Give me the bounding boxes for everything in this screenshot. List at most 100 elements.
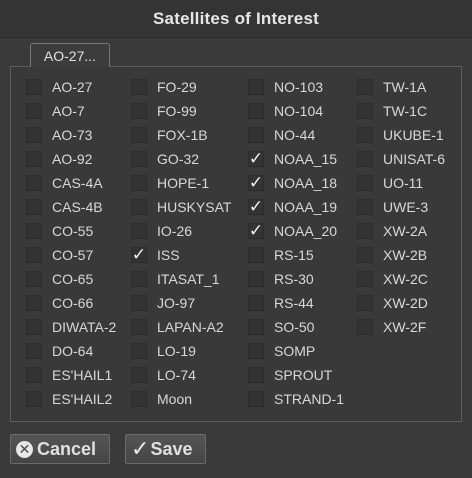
satellite-option[interactable]: XW-2D xyxy=(357,293,428,313)
satellite-option[interactable]: FO-29 xyxy=(131,77,197,97)
satellite-option[interactable]: GO-32 xyxy=(131,149,199,169)
satellite-option[interactable]: ITASAT_1 xyxy=(131,269,220,289)
satellite-option[interactable]: CO-55 xyxy=(26,221,93,241)
satellite-option[interactable]: ES'HAIL2 xyxy=(26,389,112,409)
checkbox[interactable] xyxy=(131,199,147,215)
satellite-option[interactable]: UKUBE-1 xyxy=(357,125,444,145)
satellite-option[interactable]: ✓ ISS xyxy=(131,245,180,265)
checkbox[interactable] xyxy=(26,319,42,335)
checkbox[interactable]: ✓ xyxy=(248,150,264,167)
checkbox[interactable] xyxy=(26,223,42,239)
satellite-option[interactable]: UO-11 xyxy=(357,173,423,193)
checkbox[interactable] xyxy=(357,175,373,191)
checkbox[interactable] xyxy=(26,103,42,119)
checkbox[interactable] xyxy=(131,367,147,383)
checkbox[interactable] xyxy=(248,79,264,95)
satellite-option[interactable]: SPROUT xyxy=(248,365,332,385)
checkbox[interactable]: ✓ xyxy=(131,246,147,263)
satellite-option[interactable]: XW-2A xyxy=(357,221,427,241)
checkbox[interactable] xyxy=(26,247,42,263)
checkbox[interactable]: ✓ xyxy=(248,174,264,191)
checkbox[interactable] xyxy=(131,79,147,95)
satellite-option[interactable]: XW-2C xyxy=(357,269,428,289)
satellite-option[interactable]: CO-65 xyxy=(26,269,93,289)
checkbox[interactable] xyxy=(26,271,42,287)
checkbox[interactable] xyxy=(131,103,147,119)
satellite-option[interactable]: AO-7 xyxy=(26,101,85,121)
satellite-option[interactable]: IO-26 xyxy=(131,221,192,241)
checkbox[interactable] xyxy=(26,175,42,191)
checkbox[interactable] xyxy=(248,367,264,383)
satellite-option[interactable]: AO-92 xyxy=(26,149,92,169)
checkbox[interactable] xyxy=(357,223,373,239)
checkbox[interactable] xyxy=(248,343,264,359)
satellite-option[interactable]: ES'HAIL1 xyxy=(26,365,112,385)
satellite-option[interactable]: XW-2F xyxy=(357,317,426,337)
checkbox[interactable] xyxy=(248,271,264,287)
checkbox[interactable] xyxy=(131,319,147,335)
checkbox[interactable] xyxy=(357,127,373,143)
satellite-option[interactable]: UWE-3 xyxy=(357,197,428,217)
satellite-option[interactable]: AO-27 xyxy=(26,77,92,97)
satellite-option[interactable]: HOPE-1 xyxy=(131,173,209,193)
satellite-option[interactable]: ✓ NOAA_18 xyxy=(248,173,337,193)
satellite-option[interactable]: RS-15 xyxy=(248,245,314,265)
tab-satellites[interactable]: AO-27... xyxy=(30,43,110,67)
checkbox[interactable] xyxy=(131,223,147,239)
satellite-option[interactable]: CO-57 xyxy=(26,245,93,265)
satellite-option[interactable]: ✓ NOAA_19 xyxy=(248,197,337,217)
checkbox[interactable] xyxy=(26,343,42,359)
satellite-option[interactable]: NO-103 xyxy=(248,77,323,97)
satellite-option[interactable]: UNISAT-6 xyxy=(357,149,445,169)
checkbox[interactable] xyxy=(357,151,373,167)
checkbox[interactable] xyxy=(248,391,264,407)
checkbox[interactable] xyxy=(248,295,264,311)
cancel-button[interactable]: ✕ Cancel xyxy=(10,434,110,464)
checkbox[interactable] xyxy=(248,247,264,263)
satellite-option[interactable]: RS-30 xyxy=(248,269,314,289)
satellite-option[interactable]: FOX-1B xyxy=(131,125,208,145)
checkbox[interactable] xyxy=(357,247,373,263)
satellite-option[interactable]: CAS-4B xyxy=(26,197,103,217)
satellite-option[interactable]: LAPAN-A2 xyxy=(131,317,224,337)
satellite-option[interactable]: NO-104 xyxy=(248,101,323,121)
satellite-option[interactable]: CAS-4A xyxy=(26,173,103,193)
checkbox[interactable] xyxy=(131,295,147,311)
checkbox[interactable] xyxy=(357,199,373,215)
satellite-option[interactable]: SO-50 xyxy=(248,317,314,337)
checkbox[interactable] xyxy=(131,175,147,191)
checkbox[interactable] xyxy=(357,103,373,119)
checkbox[interactable] xyxy=(26,391,42,407)
satellite-option[interactable]: FO-99 xyxy=(131,101,197,121)
checkbox[interactable]: ✓ xyxy=(248,198,264,215)
checkbox[interactable] xyxy=(26,295,42,311)
checkbox[interactable]: ✓ xyxy=(248,222,264,239)
satellite-option[interactable]: SOMP xyxy=(248,341,315,361)
checkbox[interactable] xyxy=(26,79,42,95)
satellite-option[interactable]: NO-44 xyxy=(248,125,315,145)
satellite-option[interactable]: LO-74 xyxy=(131,365,196,385)
satellite-option[interactable]: ✓ NOAA_20 xyxy=(248,221,337,241)
checkbox[interactable] xyxy=(131,151,147,167)
checkbox[interactable] xyxy=(131,343,147,359)
satellite-option[interactable]: AO-73 xyxy=(26,125,92,145)
satellite-option[interactable]: ✓ NOAA_15 xyxy=(248,149,337,169)
checkbox[interactable] xyxy=(248,319,264,335)
satellite-option[interactable]: DO-64 xyxy=(26,341,93,361)
satellite-option[interactable]: TW-1C xyxy=(357,101,427,121)
checkbox[interactable] xyxy=(357,319,373,335)
satellite-option[interactable]: XW-2B xyxy=(357,245,427,265)
checkbox[interactable] xyxy=(26,199,42,215)
satellite-option[interactable]: STRAND-1 xyxy=(248,389,344,409)
checkbox[interactable] xyxy=(131,271,147,287)
checkbox[interactable] xyxy=(357,295,373,311)
checkbox[interactable] xyxy=(357,79,373,95)
checkbox[interactable] xyxy=(248,127,264,143)
checkbox[interactable] xyxy=(248,103,264,119)
checkbox[interactable] xyxy=(357,271,373,287)
checkbox[interactable] xyxy=(26,367,42,383)
satellite-option[interactable]: TW-1A xyxy=(357,77,426,97)
satellite-option[interactable]: RS-44 xyxy=(248,293,314,313)
satellite-option[interactable]: LO-19 xyxy=(131,341,196,361)
satellite-option[interactable]: JO-97 xyxy=(131,293,195,313)
